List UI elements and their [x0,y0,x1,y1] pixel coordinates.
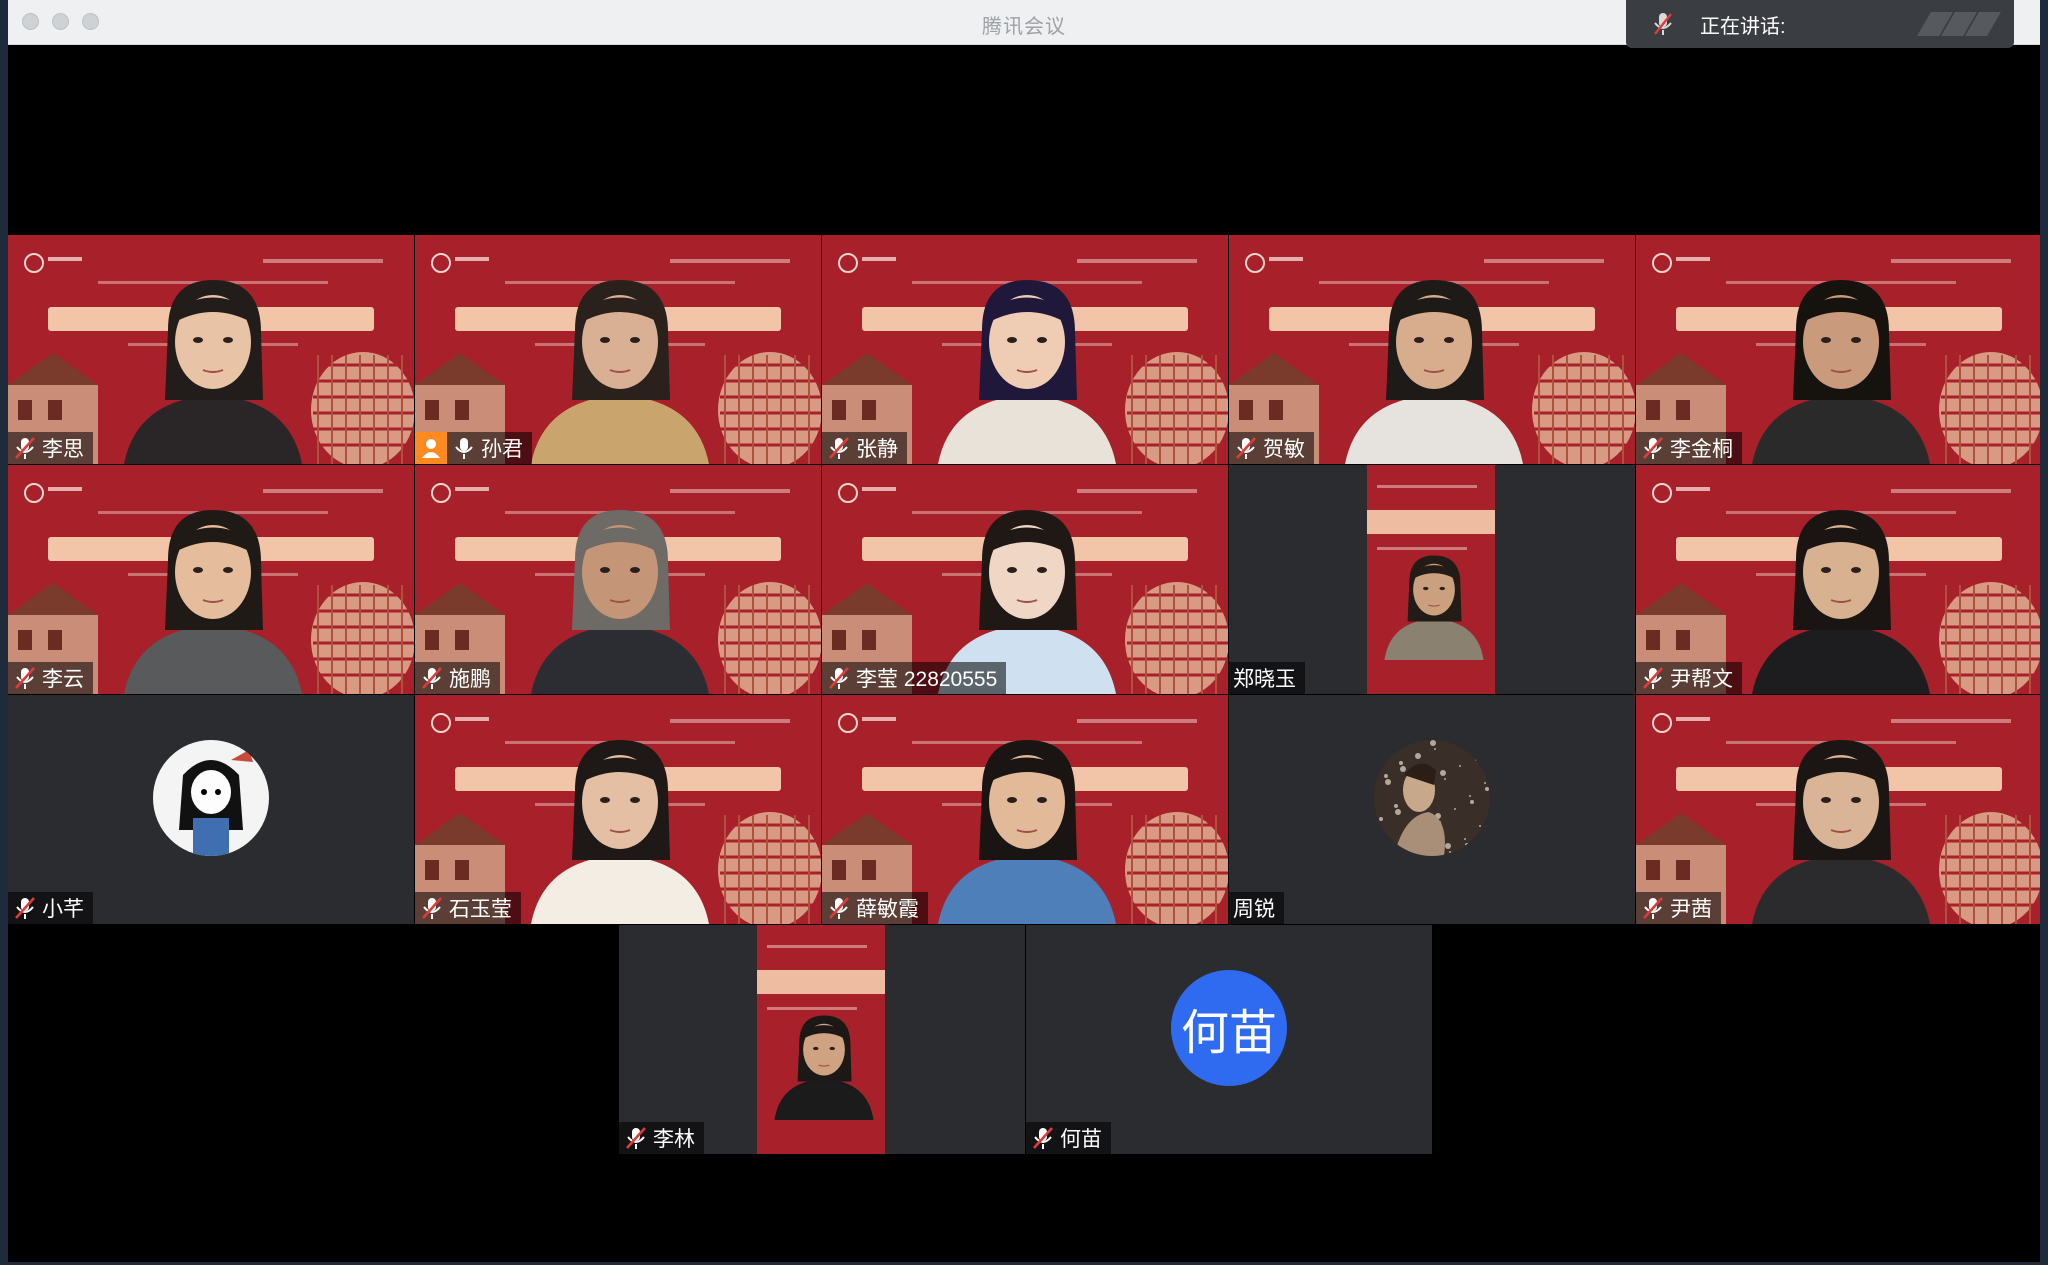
participant-name-tag: 李云 [8,662,93,694]
participant-name-tag: 孙君 [447,432,532,464]
participant-video [1345,280,1523,464]
participant-name-tag: 郑晓玉 [1229,662,1305,694]
participant-name-tag: 李莹 22820555 [822,662,1007,694]
participant-video [1752,280,1930,464]
participant-name-tag: 尹帮文 [1636,662,1742,694]
participant-name-tag: 李林 [619,1122,704,1154]
muted-mic-icon [1033,1127,1053,1149]
mic-icon [455,438,473,459]
participant-video [1752,740,1930,924]
participant-tile[interactable]: 郑晓玉 [1229,465,1635,694]
participant-name: 李云 [42,668,84,691]
participant-video [531,740,709,924]
muted-mic-icon [422,667,442,689]
participant-tile[interactable]: 李金桐 [1636,235,2040,464]
speaking-level-icon [1917,12,2001,36]
participant-name: 小芊 [42,898,84,921]
participant-video [1752,510,1930,694]
muted-mic-icon [15,897,35,919]
participant-tile[interactable]: 孙君 [415,235,821,464]
muted-mic-icon [1643,667,1663,689]
participant-video [1384,555,1484,660]
participant-name-tag: 贺敏 [1229,432,1314,464]
participant-name: 尹帮文 [1670,668,1733,691]
participant-tile[interactable]: 李莹 22820555 [822,465,1228,694]
participant-name: 孙君 [481,438,523,461]
participant-name-tag: 石玉莹 [415,892,521,924]
host-icon [415,432,447,464]
participant-video [124,280,302,464]
muted-mic-icon [1643,437,1663,459]
participant-name: 施鹏 [449,668,491,691]
participant-name: 郑晓玉 [1233,668,1296,691]
participant-name-tag: 李金桐 [1636,432,1742,464]
muted-mic-icon [829,897,849,919]
participant-video [124,510,302,694]
participant-name: 尹茜 [1670,898,1712,921]
participant-name: 李林 [653,1128,695,1151]
participant-name: 薛敏霞 [856,898,919,921]
participant-video [531,280,709,464]
participant-name: 何苗 [1060,1128,1102,1151]
participant-name: 石玉莹 [449,898,512,921]
participant-name: 李金桐 [1670,438,1733,461]
muted-mic-icon [15,667,35,689]
participant-video [531,510,709,694]
participant-tile[interactable]: 贺敏 [1229,235,1635,464]
participant-tile[interactable]: 张静 [822,235,1228,464]
participant-tile[interactable]: 尹帮文 [1636,465,2040,694]
profile-avatar [1374,740,1490,856]
muted-mic-icon [1654,13,1672,35]
initials-avatar: 何苗 [1171,970,1287,1086]
participant-name: 李莹 22820555 [856,668,998,691]
muted-mic-icon [829,667,849,689]
speaking-label: 正在讲话: [1700,16,1786,38]
muted-mic-icon [1643,897,1663,919]
participant-tile[interactable]: 尹茜 [1636,695,2040,924]
participant-video [938,740,1116,924]
participant-tile[interactable]: 石玉莹 [415,695,821,924]
participant-name: 张静 [856,438,898,461]
muted-mic-icon [1236,437,1256,459]
participant-name-tag: 施鹏 [415,662,500,694]
participant-name-tag: 薛敏霞 [822,892,928,924]
muted-mic-icon [15,437,35,459]
participant-tile[interactable]: 李林 [619,925,1025,1154]
participant-tile[interactable]: 施鹏 [415,465,821,694]
meeting-window: 腾讯会议 正在讲话: 李思 孙君 张静 贺敏 李金桐 李云 施鹏 李莹 2282… [8,0,2040,1262]
participant-name-tag: 小芊 [8,892,93,924]
participant-name-tag: 何苗 [1026,1122,1111,1154]
participant-tile[interactable]: 周锐 [1229,695,1635,924]
participant-video [774,1015,874,1120]
participant-name: 李思 [42,438,84,461]
participant-video [938,280,1116,464]
profile-avatar [153,740,269,856]
muted-mic-icon [626,1127,646,1149]
participant-name-tag: 张静 [822,432,907,464]
participant-name-tag: 周锐 [1229,892,1284,924]
participant-tile[interactable]: 李云 [8,465,414,694]
speaking-indicator: 正在讲话: [1626,0,2014,48]
participant-name-tag: 尹茜 [1636,892,1721,924]
participant-tile[interactable]: 李思 [8,235,414,464]
muted-mic-icon [829,437,849,459]
participant-tile[interactable]: 何苗 何苗 [1026,925,1432,1154]
participant-tile[interactable]: 小芊 [8,695,414,924]
participant-name-tag: 李思 [8,432,93,464]
muted-mic-icon [422,897,442,919]
participant-name: 周锐 [1233,898,1275,921]
participant-tile[interactable]: 薛敏霞 [822,695,1228,924]
participant-name: 贺敏 [1263,438,1305,461]
